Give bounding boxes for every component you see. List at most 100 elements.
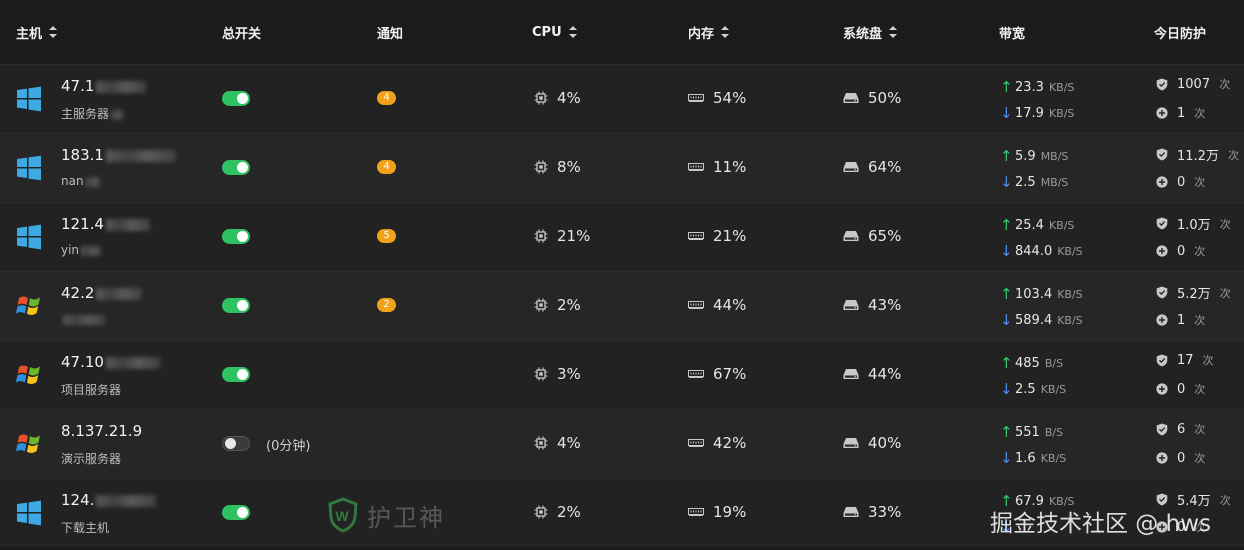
col-cpu[interactable]: CPU <box>532 0 577 64</box>
redacted-ip <box>96 287 143 300</box>
toggle-knob <box>237 369 248 380</box>
sort-icon[interactable] <box>721 26 730 38</box>
plus-circle-icon <box>1156 383 1168 395</box>
cpu-usage: 2% <box>534 296 581 314</box>
col-host[interactable]: 主机 <box>16 0 58 64</box>
table-row[interactable]: 121.4 yin 5 21% 21% 65% ↑ 25.4 KB/S ↓ 844.0 KB/S 1.0… <box>0 202 1244 271</box>
arrow-up-icon: ↑ <box>1000 354 1013 372</box>
host-ip[interactable]: 124. <box>61 491 157 509</box>
svg-text:W: W <box>335 508 350 524</box>
col-memory[interactable]: 内存 <box>688 0 730 64</box>
toggle-knob <box>237 507 248 518</box>
arrow-down-icon: ↓ <box>1000 380 1013 398</box>
windows-10-logo-icon <box>16 500 42 526</box>
plus-circle-icon <box>1156 452 1168 464</box>
col-protect: 今日防护 <box>1154 26 1207 42</box>
notification-badge[interactable]: 4 <box>377 91 396 105</box>
windows-10-logo-icon <box>16 155 42 181</box>
master-switch-toggle[interactable] <box>222 91 250 106</box>
master-switch-toggle[interactable] <box>222 298 250 313</box>
protection-added-count[interactable]: 0次 <box>1156 381 1205 397</box>
master-switch-toggle[interactable] <box>222 367 250 382</box>
redacted-ip <box>105 149 176 162</box>
memory-icon <box>688 231 704 240</box>
memory-usage: 11% <box>688 158 746 176</box>
windows-xp-logo-icon <box>15 431 42 457</box>
upload-speed: ↑ 23.3 KB/S <box>1000 78 1075 96</box>
memory-icon <box>688 93 704 102</box>
protection-added-count[interactable]: 1次 <box>1156 105 1205 121</box>
table-row[interactable]: 47.1 主服务器 4 4% 54% 50% ↑ 23.3 KB/S ↓ 17.9 KB/S 1007 次… <box>0 64 1244 133</box>
protection-blocked-count[interactable]: 1007 次 <box>1156 76 1230 92</box>
memory-icon <box>688 162 704 171</box>
windows-10-logo-icon <box>16 224 42 250</box>
host-ip[interactable]: 121.4 <box>61 215 150 233</box>
master-switch-toggle[interactable] <box>222 160 250 175</box>
protection-blocked-count[interactable]: 6次 <box>1156 421 1205 437</box>
disk-usage: 44% <box>843 365 901 383</box>
redacted-ip <box>96 494 157 507</box>
table-header: 主机 总开关 通知 CPU 内存 系统盘 带宽 今日防护 <box>0 0 1244 64</box>
plus-circle-icon <box>1156 245 1168 257</box>
table-row[interactable]: 8.137.21.9 演示服务器 (0分钟) 4% 42% 40% ↑ 551 B/S ↓ 1.6 K… <box>0 409 1244 478</box>
arrow-down-icon: ↓ <box>1000 104 1013 122</box>
windows-xp-logo-icon <box>15 293 42 319</box>
host-name: 下载主机 <box>61 521 110 535</box>
arrow-up-icon: ↑ <box>1000 423 1013 441</box>
col-disk[interactable]: 系统盘 <box>843 0 898 64</box>
notification-badge[interactable]: 5 <box>377 229 396 243</box>
upload-speed: ↑ 103.4 KB/S <box>1000 285 1083 303</box>
host-ip[interactable]: 47.10 <box>61 353 160 371</box>
arrow-down-icon: ↓ <box>1000 173 1013 191</box>
cpu-icon <box>534 436 548 450</box>
memory-usage: 67% <box>688 365 746 383</box>
master-switch-toggle[interactable] <box>222 229 250 244</box>
windows-10-logo-icon <box>16 86 42 112</box>
windows-xp-logo-icon <box>15 362 42 388</box>
shield-icon <box>1156 354 1168 366</box>
host-ip[interactable]: 8.137.21.9 <box>61 422 142 440</box>
host-ip[interactable]: 47.1 <box>61 77 147 95</box>
disk-usage: 50% <box>843 89 901 107</box>
table-row[interactable]: 183.1 nan 4 8% 11% 64% ↑ 5.9 MB/S ↓ 2.5 MB/S 11.2万次 0… <box>0 133 1244 202</box>
protection-blocked-count[interactable]: 17 次 <box>1156 352 1214 368</box>
cpu-usage: 8% <box>534 158 581 176</box>
protection-added-count[interactable]: 0次 <box>1156 450 1205 466</box>
disk-usage: 33% <box>843 503 901 521</box>
table-row[interactable]: 42.2 2 2% 44% 43% ↑ 103.4 KB/S ↓ 589.4 KB/S 5.2万次 1 次 <box>0 271 1244 340</box>
host-name: 项目服务器 <box>61 383 122 397</box>
disk-icon <box>843 369 859 379</box>
protection-added-count[interactable]: 0次 <box>1156 243 1205 259</box>
protection-blocked-count[interactable]: 5.2万次 <box>1156 283 1231 302</box>
memory-icon <box>688 507 704 516</box>
toggle-knob <box>225 438 236 449</box>
arrow-down-icon: ↓ <box>1000 242 1013 260</box>
notification-badge[interactable]: 4 <box>377 160 396 174</box>
master-switch-toggle[interactable] <box>222 436 250 451</box>
download-speed: ↓ 844.0 KB/S <box>1000 242 1083 260</box>
upload-speed: ↑ 485 B/S <box>1000 354 1064 372</box>
table-row[interactable]: 47.10 项目服务器 3% 67% 44% ↑ 485 B/S ↓ 2.5 KB/S 17 次 0 次 <box>0 340 1244 409</box>
notification-badge[interactable]: 2 <box>377 298 396 312</box>
protection-blocked-count[interactable]: 1.0万次 <box>1156 214 1231 233</box>
memory-icon <box>688 300 704 309</box>
download-speed: ↓ 17.9 KB/S <box>1000 104 1075 122</box>
memory-usage: 19% <box>688 503 746 521</box>
sort-icon[interactable] <box>889 26 898 38</box>
host-ip[interactable]: 42.2 <box>61 284 143 302</box>
upload-speed: ↑ 25.4 KB/S <box>1000 216 1075 234</box>
protection-added-count[interactable]: 1次 <box>1156 312 1205 328</box>
col-switch: 总开关 <box>222 26 262 42</box>
redacted-ip <box>105 218 150 231</box>
protection-blocked-count[interactable]: 11.2万次 <box>1156 145 1239 164</box>
memory-usage: 54% <box>688 89 746 107</box>
toggle-knob <box>237 231 248 242</box>
sort-icon[interactable] <box>49 26 58 38</box>
sort-icon[interactable] <box>568 26 577 38</box>
host-ip[interactable]: 183.1 <box>61 146 176 164</box>
download-speed: ↓ 589.4 KB/S <box>1000 311 1083 329</box>
protection-added-count[interactable]: 0次 <box>1156 174 1205 190</box>
disk-usage: 43% <box>843 296 901 314</box>
master-switch-toggle[interactable] <box>222 505 250 520</box>
col-notify: 通知 <box>377 26 404 42</box>
